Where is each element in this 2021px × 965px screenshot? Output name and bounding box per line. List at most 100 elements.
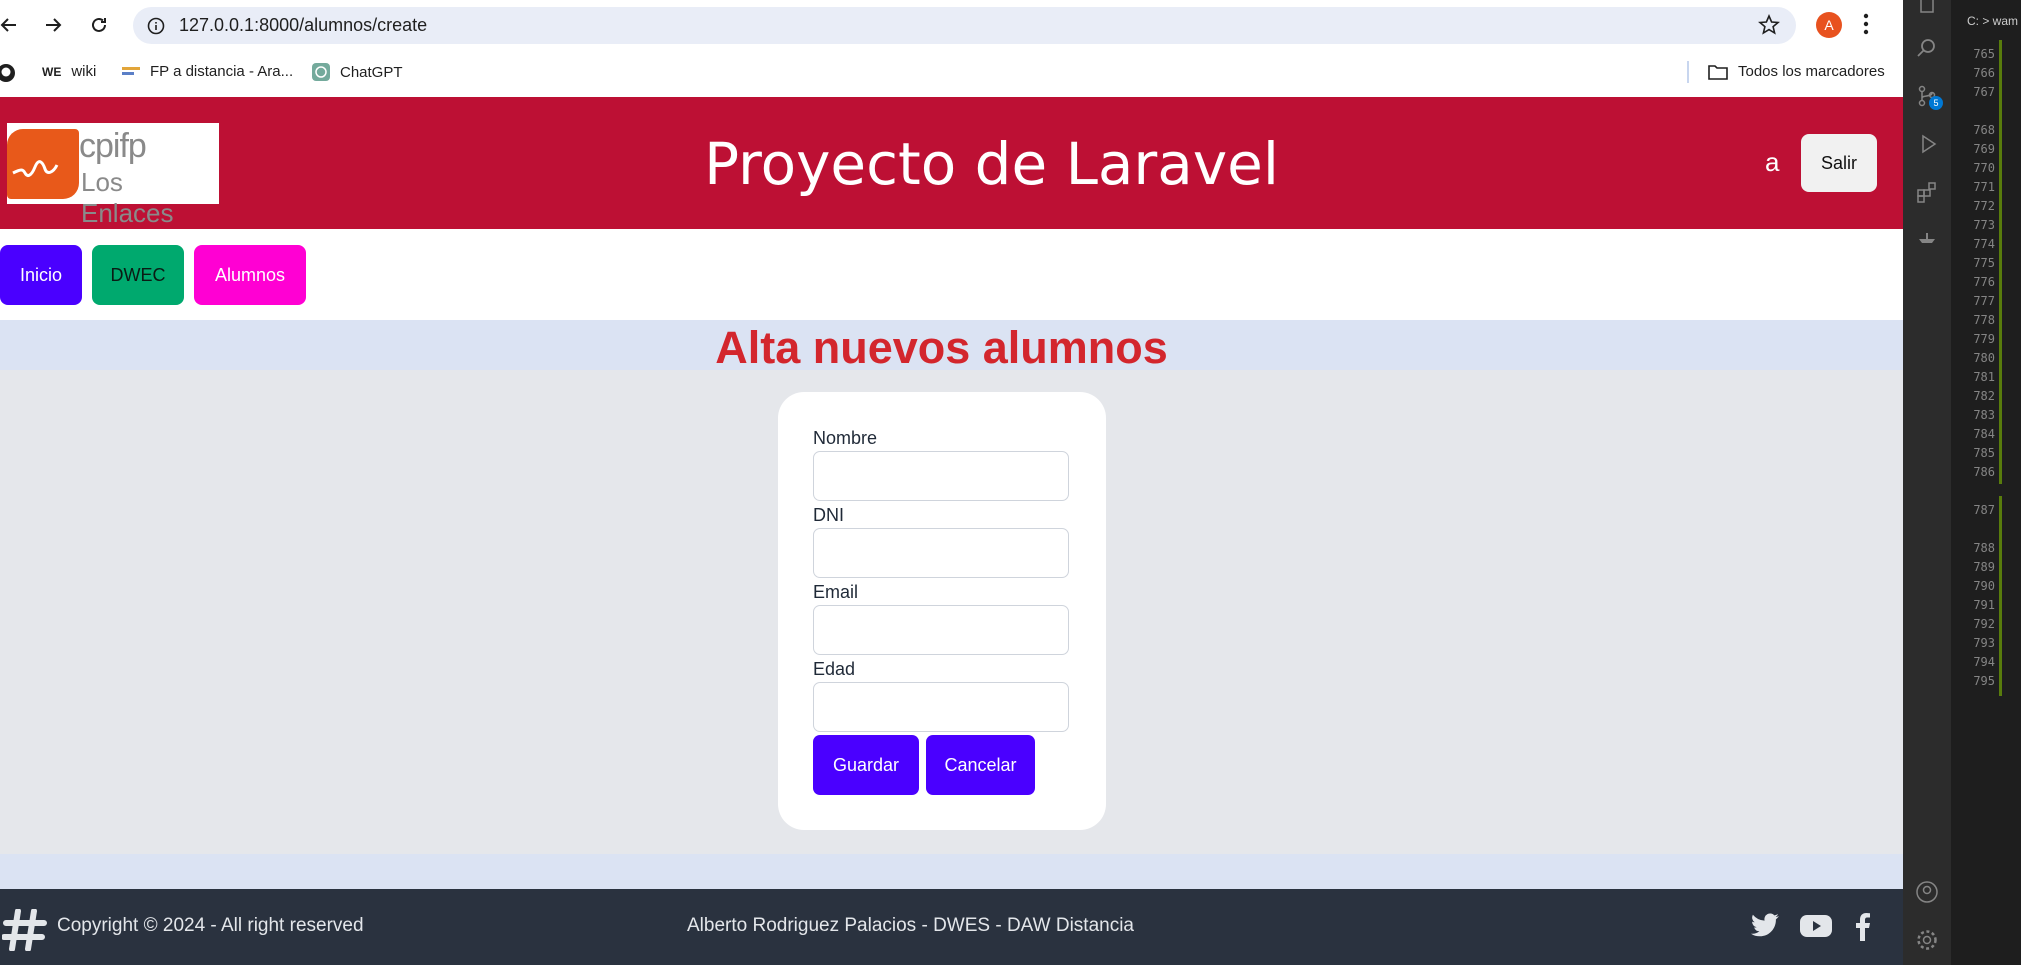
line-number: 769	[1973, 142, 1995, 156]
reload-button[interactable]	[84, 10, 114, 40]
bookmark-label: ChatGPT	[340, 63, 403, 81]
back-button[interactable]	[0, 10, 24, 40]
bookmark-wiki[interactable]: WE wiki	[42, 63, 96, 80]
new-student-form: Nombre DNI Email Edad Guardar Cancelar	[778, 392, 1106, 830]
bookmark-label: FP a distancia - Ara...	[150, 63, 294, 80]
editor-gutter: C: > wam 765 766 767 768 769 770 771 772 773 774 7…	[1951, 0, 2021, 965]
nav-inicio[interactable]: Inicio	[0, 245, 82, 305]
bookmarks-bar: WE wiki FP a distancia - Ara... ChatGPT …	[0, 51, 1903, 98]
explorer-icon[interactable]	[1915, 0, 1939, 18]
bookmark-label: wiki	[71, 63, 97, 80]
credits-text: Alberto Rodriguez Palacios - DWES - DAW …	[687, 915, 1134, 936]
section-heading: Alta nuevos alumnos	[715, 322, 1168, 373]
line-number: 771	[1973, 180, 1995, 194]
line-number: 786	[1973, 465, 1995, 479]
line-number: 785	[1973, 446, 1995, 460]
hashtag-icon	[1, 908, 48, 956]
page-title: Proyecto de Laravel	[704, 130, 1279, 198]
chatgpt-icon	[312, 63, 330, 81]
footer-band	[0, 854, 1903, 889]
email-label: Email	[813, 582, 859, 602]
extensions-icon[interactable]	[1915, 180, 1939, 204]
cancel-button[interactable]: Cancelar	[926, 735, 1035, 795]
url-text[interactable]: 127.0.0.1:8000/alumnos/create	[179, 15, 427, 36]
line-number: 775	[1973, 256, 1995, 270]
line-number: 779	[1973, 332, 1995, 346]
nombre-input[interactable]	[813, 451, 1069, 501]
line-number: 792	[1973, 617, 1995, 631]
line-number: 774	[1973, 237, 1995, 251]
line-number: 789	[1973, 560, 1995, 574]
line-number: 788	[1973, 541, 1995, 555]
git-change-marker	[1999, 496, 2002, 696]
dni-label: DNI	[813, 505, 844, 525]
user-name: a	[1765, 147, 1780, 177]
content-area: Nombre DNI Email Edad Guardar Cancelar	[0, 370, 1903, 854]
line-number: 780	[1973, 351, 1995, 365]
bookmarks-divider	[1687, 61, 1689, 83]
all-bookmarks[interactable]: Todos los marcadores	[1708, 63, 1885, 80]
facebook-icon[interactable]	[1855, 913, 1871, 946]
line-number: 770	[1973, 161, 1995, 175]
web-page: cpifp Los Enlaces Proyecto de Laravel a …	[0, 97, 1903, 965]
line-number: 790	[1973, 579, 1995, 593]
arrow-right-icon	[46, 18, 62, 32]
source-control-badge: 5	[1929, 96, 1943, 110]
git-change-marker	[1999, 40, 2002, 484]
copyright-text: Copyright © 2024 - All right reserved	[57, 915, 364, 936]
dni-input[interactable]	[813, 528, 1069, 578]
email-input[interactable]	[813, 605, 1069, 655]
line-number: 794	[1973, 655, 1995, 669]
editor-activity-bar: 5	[1903, 0, 1951, 965]
bookmark-fp-distancia[interactable]: FP a distancia - Ara...	[122, 63, 293, 80]
line-number: 778	[1973, 313, 1995, 327]
nav-alumnos[interactable]: Alumnos	[194, 245, 306, 305]
line-number: 781	[1973, 370, 1995, 384]
github-icon[interactable]	[0, 63, 16, 83]
line-number: 765	[1973, 47, 1995, 61]
line-number: 767	[1973, 85, 1995, 99]
profile-avatar[interactable]: A	[1816, 12, 1842, 38]
site-header: cpifp Los Enlaces Proyecto de Laravel a …	[0, 97, 1903, 229]
search-icon[interactable]	[1915, 36, 1939, 60]
editor-breadcrumb: C: > wam	[1967, 14, 2019, 28]
run-debug-icon[interactable]	[1915, 132, 1939, 156]
remote-icon[interactable]	[1915, 228, 1939, 252]
reload-icon	[92, 17, 106, 32]
line-number: 766	[1973, 66, 1995, 80]
twitter-icon[interactable]	[1750, 913, 1780, 944]
browser-toolbar: 127.0.0.1:8000/alumnos/create A	[0, 0, 1903, 51]
bookmark-chatgpt[interactable]: ChatGPT	[312, 63, 403, 81]
edad-label: Edad	[813, 659, 856, 679]
logout-button[interactable]: Salir	[1801, 134, 1877, 192]
site-footer: Copyright © 2024 - All right reserved Al…	[0, 889, 1903, 965]
subtitle-band: Alta nuevos alumnos	[0, 320, 1903, 373]
line-number: 795	[1973, 674, 1995, 688]
save-button[interactable]: Guardar	[813, 735, 919, 795]
all-bookmarks-label: Todos los marcadores	[1738, 63, 1885, 80]
wiki-icon: WE	[42, 64, 62, 79]
youtube-icon[interactable]	[1800, 913, 1832, 944]
edad-input[interactable]	[813, 682, 1069, 732]
line-number: 772	[1973, 199, 1995, 213]
line-number: 768	[1973, 123, 1995, 137]
bookmark-star-icon[interactable]	[1758, 13, 1780, 41]
folder-icon	[1708, 64, 1728, 80]
line-number: 787	[1973, 503, 1995, 517]
nav-dwec[interactable]: DWEC	[92, 245, 184, 305]
fp-icon	[122, 65, 140, 79]
address-bar[interactable]: 127.0.0.1:8000/alumnos/create	[133, 7, 1796, 44]
line-number: 777	[1973, 294, 1995, 308]
line-number: 773	[1973, 218, 1995, 232]
nombre-label: Nombre	[813, 428, 878, 448]
line-number: 784	[1973, 427, 1995, 441]
line-number: 783	[1973, 408, 1995, 422]
browser-menu-icon[interactable]	[1862, 12, 1870, 41]
arrow-left-icon	[0, 18, 16, 32]
line-number: 782	[1973, 389, 1995, 403]
site-info-icon[interactable]	[143, 13, 169, 39]
forward-button[interactable]	[38, 10, 68, 40]
account-icon[interactable]	[1915, 880, 1939, 904]
settings-gear-icon[interactable]	[1915, 928, 1939, 952]
line-number: 793	[1973, 636, 1995, 650]
